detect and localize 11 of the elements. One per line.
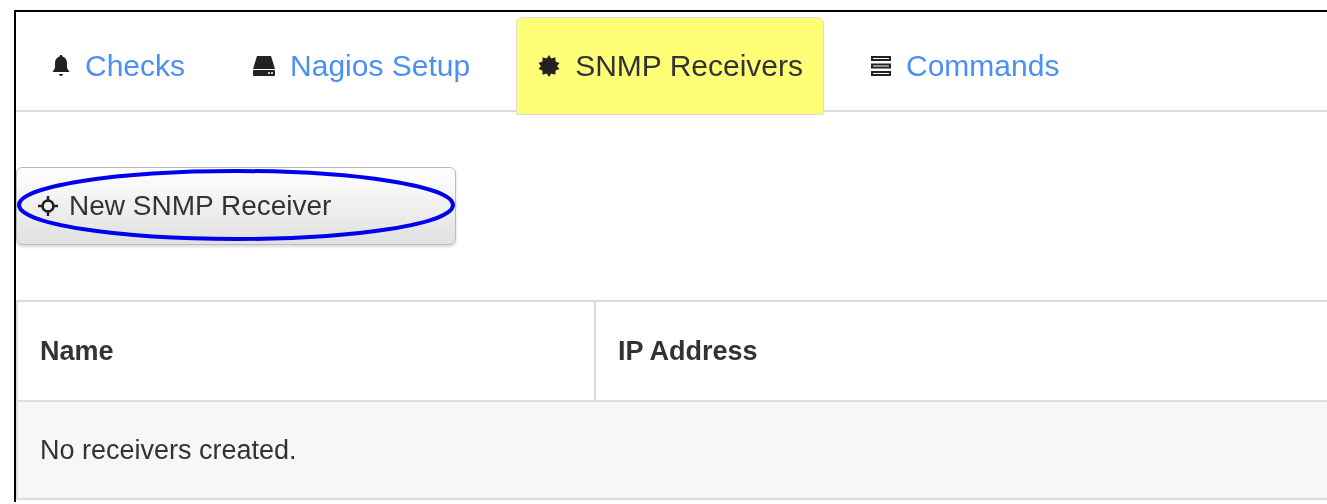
badge-icon: [537, 54, 562, 78]
tab[interactable]: Checks: [30, 17, 207, 115]
empty-message: No receivers created.: [17, 401, 1327, 499]
tab[interactable]: Nagios Setup: [231, 17, 492, 115]
list-icon: [870, 55, 892, 77]
column-header: Name: [17, 301, 595, 401]
hard-drive-icon: [252, 55, 277, 77]
crosshair-icon: [37, 195, 59, 217]
tab[interactable]: SNMP Receivers: [516, 17, 824, 115]
tab[interactable]: Commands: [849, 17, 1081, 115]
bell-icon: [51, 54, 71, 78]
